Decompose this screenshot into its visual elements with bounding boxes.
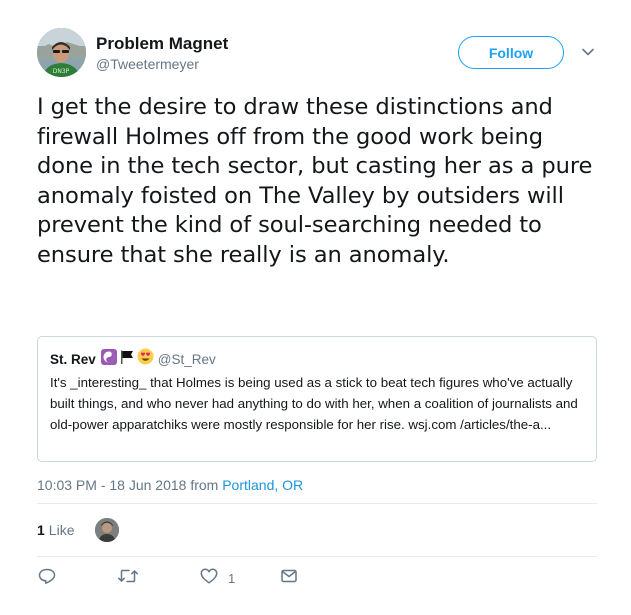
reply-button[interactable]	[37, 566, 66, 590]
divider	[37, 503, 597, 504]
from-label: from	[190, 477, 219, 493]
tweet-text: I get the desire to draw these distincti…	[37, 94, 593, 268]
likes-label[interactable]: Like	[49, 522, 75, 538]
like-count: 1	[228, 570, 236, 586]
tweet-meta: 10:03 PM - 18 Jun 2018 from Portland, OR	[37, 477, 303, 493]
quoted-tweet-text: It's _interesting_ that Holmes is being …	[50, 375, 578, 432]
author-names: Problem Magnet @Tweetermeyer	[96, 34, 228, 73]
quoted-tweet-header: St. Rev @St_Rev	[50, 348, 585, 370]
envelope-icon	[279, 566, 299, 591]
location-link[interactable]: Portland, OR	[222, 477, 303, 493]
heart-icon	[199, 566, 219, 591]
tweet-stats: 1 Like	[37, 518, 119, 542]
quoted-name-emojis	[100, 348, 154, 370]
reply-icon	[37, 566, 57, 591]
chevron-down-icon[interactable]	[580, 44, 596, 60]
quoted-display-name: St. Rev	[50, 351, 96, 367]
follow-button[interactable]: Follow	[458, 36, 564, 69]
tweet-header: DN3P Problem Magnet @Tweetermeyer Follow	[37, 28, 607, 80]
direct-message-button[interactable]	[279, 566, 308, 590]
timestamp[interactable]: 10:03 PM - 18 Jun 2018	[37, 477, 186, 493]
black-flag-icon	[119, 349, 135, 370]
author-display-name[interactable]: Problem Magnet	[96, 34, 228, 54]
heart-eyes-emoji-icon	[137, 348, 154, 370]
likes-count[interactable]: 1	[37, 522, 45, 538]
svg-text:DN3P: DN3P	[53, 68, 70, 75]
retweet-icon	[117, 566, 139, 591]
author-handle[interactable]: @Tweetermeyer	[96, 55, 228, 73]
like-button[interactable]: 1	[199, 566, 235, 590]
quoted-tweet[interactable]: St. Rev @St_Rev It's _interesting_ that …	[37, 336, 597, 462]
retweet-button[interactable]	[117, 566, 148, 590]
divider	[37, 556, 597, 557]
quoted-handle: @St_Rev	[157, 351, 216, 367]
author-avatar[interactable]: DN3P	[37, 28, 86, 77]
liker-avatar[interactable]	[95, 518, 119, 542]
action-bar: 1	[37, 566, 337, 590]
yin-yang-icon	[100, 348, 117, 370]
